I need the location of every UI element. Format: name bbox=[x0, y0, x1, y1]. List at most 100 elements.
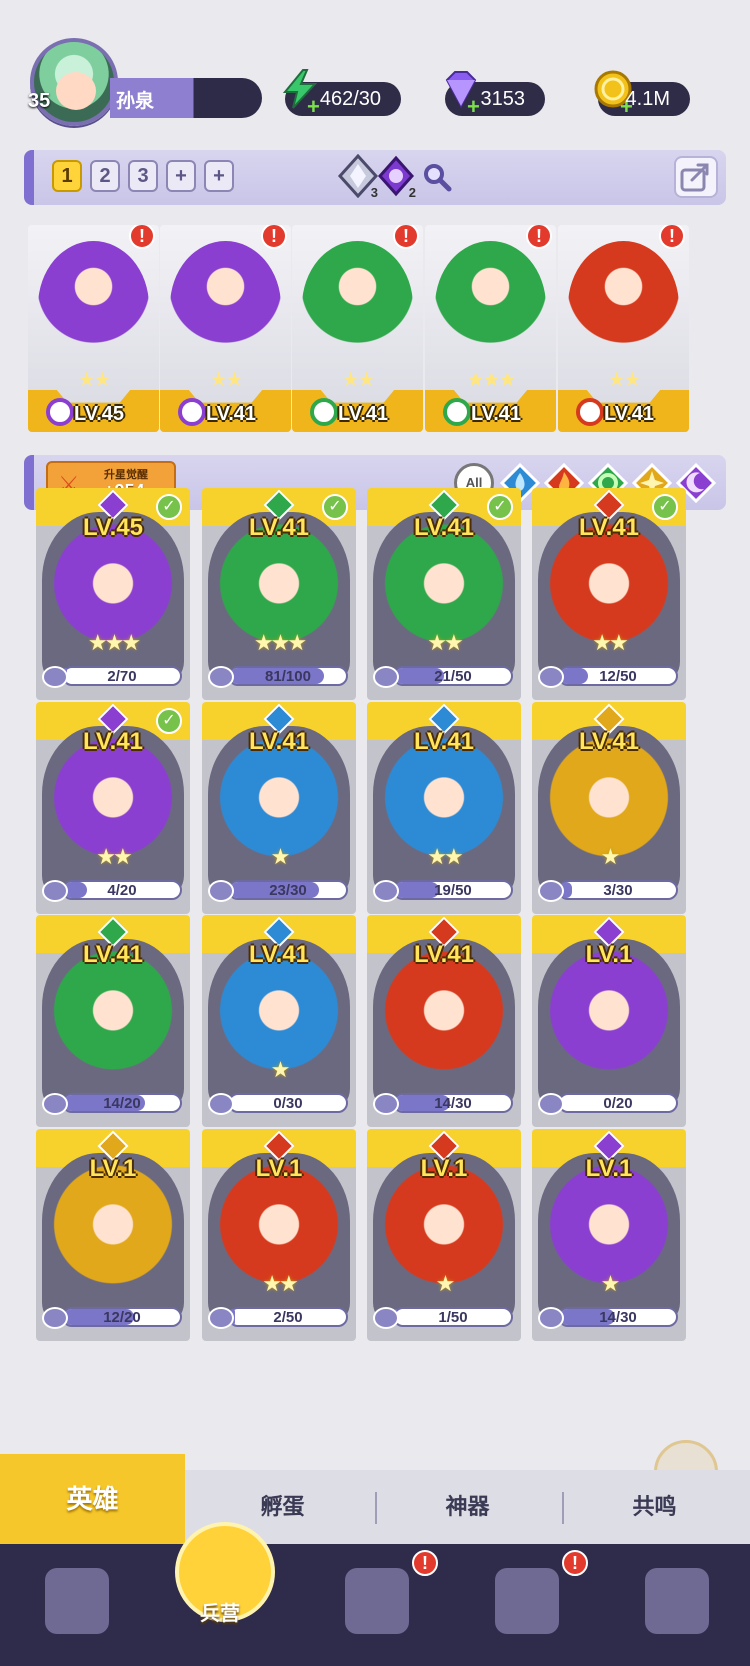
tab-resonance[interactable]: 共鸣 bbox=[562, 1470, 747, 1544]
gold-resource[interactable]: + 4.1M bbox=[594, 70, 690, 118]
nature-element-icon bbox=[310, 398, 338, 426]
hero-card[interactable]: ✓ LV.41 ★★ 21/50 bbox=[367, 488, 521, 700]
nav-shrine[interactable]: ! bbox=[470, 1550, 588, 1656]
add-team-button-2[interactable]: + bbox=[204, 160, 234, 192]
hero-stars: ★★ bbox=[607, 369, 642, 391]
purple-crystal[interactable]: 2 bbox=[374, 154, 418, 200]
hero-stars: ★★★ bbox=[466, 369, 517, 391]
hero-stars: ★★ bbox=[77, 369, 112, 391]
gem-resource[interactable]: + 3153 bbox=[445, 71, 545, 118]
shard-progress-bar: 0/30 bbox=[228, 1093, 348, 1113]
hero-card[interactable]: LV.41 ★ 0/30 bbox=[202, 915, 356, 1127]
team-slot-1[interactable]: ★★ LV.45! bbox=[28, 225, 159, 432]
energy-resource[interactable]: + 462/30 bbox=[282, 69, 401, 118]
tab-artifact[interactable]: 神器 bbox=[375, 1470, 560, 1544]
hero-stars: ★★ bbox=[592, 630, 628, 655]
hero-stars: ★ bbox=[600, 1271, 621, 1296]
hero-card[interactable]: ✓ LV.41 ★★ 12/50 bbox=[532, 488, 686, 700]
shard-progress-bar: 14/30 bbox=[393, 1093, 513, 1113]
hero-level: LV.41 bbox=[82, 941, 144, 968]
bottom-navigation: 兵营 ! ! bbox=[0, 1522, 750, 1666]
team-tab-3[interactable]: 3 bbox=[128, 160, 158, 192]
hero-card[interactable]: LV.1 ★★ 2/50 bbox=[202, 1129, 356, 1341]
hero-level: LV.41 bbox=[206, 403, 257, 425]
hero-card[interactable]: ✓ LV.41 ★★ 4/20 bbox=[36, 702, 190, 914]
shard-icon bbox=[208, 1307, 234, 1329]
shard-progress-text: 19/50 bbox=[434, 882, 472, 899]
search-icon[interactable] bbox=[422, 162, 452, 192]
shard-progress-text: 0/30 bbox=[273, 1095, 303, 1112]
hero-level: LV.41 bbox=[578, 728, 640, 755]
nav-barracks[interactable]: 兵营 bbox=[165, 1522, 275, 1625]
shard-progress-text: 1/50 bbox=[438, 1309, 468, 1326]
shard-progress-bar: 4/20 bbox=[62, 880, 182, 900]
dark-element-icon bbox=[178, 398, 206, 426]
team-slot-5[interactable]: ★★ LV.41! bbox=[558, 225, 689, 432]
slot-alert-badge: ! bbox=[526, 225, 552, 249]
hero-card[interactable]: LV.41 14/30 bbox=[367, 915, 521, 1127]
shard-progress-bar: 12/50 bbox=[558, 666, 678, 686]
nav-guild[interactable] bbox=[620, 1556, 730, 1656]
hero-portrait bbox=[170, 241, 281, 371]
hero-level: LV.41 bbox=[248, 941, 310, 968]
add-team-button[interactable]: + bbox=[166, 160, 196, 192]
hero-card[interactable]: LV.41 14/20 bbox=[36, 915, 190, 1127]
player-name: 孙泉 bbox=[116, 91, 155, 112]
hero-level: LV.41 bbox=[578, 514, 640, 541]
team-tab-2[interactable]: 2 bbox=[90, 160, 120, 192]
shard-progress-bar: 2/50 bbox=[228, 1307, 348, 1327]
shard-progress-bar: 81/100 bbox=[228, 666, 348, 686]
team-slot-2[interactable]: ★★ LV.41! bbox=[160, 225, 291, 432]
slot-alert-badge: ! bbox=[659, 225, 685, 249]
hero-level: LV.41 bbox=[413, 728, 475, 755]
hero-card[interactable]: LV.1 12/20 bbox=[36, 1129, 190, 1341]
shard-icon bbox=[208, 880, 234, 902]
hero-card[interactable]: LV.1 ★ 1/50 bbox=[367, 1129, 521, 1341]
shard-progress-bar: 2/70 bbox=[62, 666, 182, 686]
nav-shrine-alert: ! bbox=[562, 1550, 588, 1576]
shard-progress-text: 4/20 bbox=[107, 882, 137, 899]
player-level: 35 bbox=[28, 90, 51, 112]
hero-level: LV.1 bbox=[420, 1155, 468, 1182]
tab-heroes[interactable]: 英雄 bbox=[0, 1454, 185, 1544]
shard-progress-text: 3/30 bbox=[603, 882, 633, 899]
hero-level: LV.41 bbox=[248, 514, 310, 541]
hero-card[interactable]: ✓ LV.41 ★★★ 81/100 bbox=[202, 488, 356, 700]
hero-stars: ★★★ bbox=[253, 630, 307, 655]
hero-card[interactable]: LV.41 ★ 3/30 bbox=[532, 702, 686, 914]
nature-element-icon bbox=[443, 398, 471, 426]
mushroom-guild-icon bbox=[645, 1568, 709, 1634]
share-button[interactable] bbox=[674, 156, 718, 198]
shard-icon bbox=[208, 666, 234, 688]
shard-progress-bar: 14/20 bbox=[62, 1093, 182, 1113]
hero-portrait bbox=[568, 241, 679, 371]
hero-stars: ★★ bbox=[209, 369, 244, 391]
awaken-title: 升星觉醒 bbox=[104, 469, 148, 481]
hero-card[interactable]: ✓ LV.45 ★★★ 2/70 bbox=[36, 488, 190, 700]
shard-icon bbox=[538, 1307, 564, 1329]
hero-card[interactable]: LV.41 ★★ 19/50 bbox=[367, 702, 521, 914]
hero-level: LV.1 bbox=[255, 1155, 303, 1182]
hero-portrait bbox=[302, 241, 413, 371]
hero-card[interactable]: LV.41 ★ 23/30 bbox=[202, 702, 356, 914]
hero-card[interactable]: LV.1 0/20 bbox=[532, 915, 686, 1127]
nav-map-alert: ! bbox=[412, 1550, 438, 1576]
team-tab-1[interactable]: 1 bbox=[52, 160, 82, 192]
hero-level: LV.41 bbox=[413, 941, 475, 968]
shard-progress-text: 12/50 bbox=[599, 668, 637, 685]
hero-stars: ★ bbox=[270, 844, 291, 869]
shard-icon bbox=[373, 880, 399, 902]
hero-card[interactable]: LV.1 ★ 14/30 bbox=[532, 1129, 686, 1341]
gem-value: 3153 bbox=[480, 88, 526, 110]
shard-progress-bar: 12/20 bbox=[62, 1307, 182, 1327]
nav-barracks-label: 兵营 bbox=[200, 1603, 240, 1625]
shard-progress-text: 14/20 bbox=[103, 1095, 141, 1112]
hero-stars: ★★ bbox=[427, 844, 463, 869]
hero-level: LV.41 bbox=[248, 728, 310, 755]
shard-icon bbox=[373, 1307, 399, 1329]
team-slot-4[interactable]: ★★★ LV.41! bbox=[425, 225, 556, 432]
nav-map[interactable]: ! bbox=[320, 1550, 438, 1656]
nav-cards[interactable] bbox=[20, 1556, 130, 1656]
team-slot-3[interactable]: ★★ LV.41! bbox=[292, 225, 423, 432]
shard-icon bbox=[538, 666, 564, 688]
